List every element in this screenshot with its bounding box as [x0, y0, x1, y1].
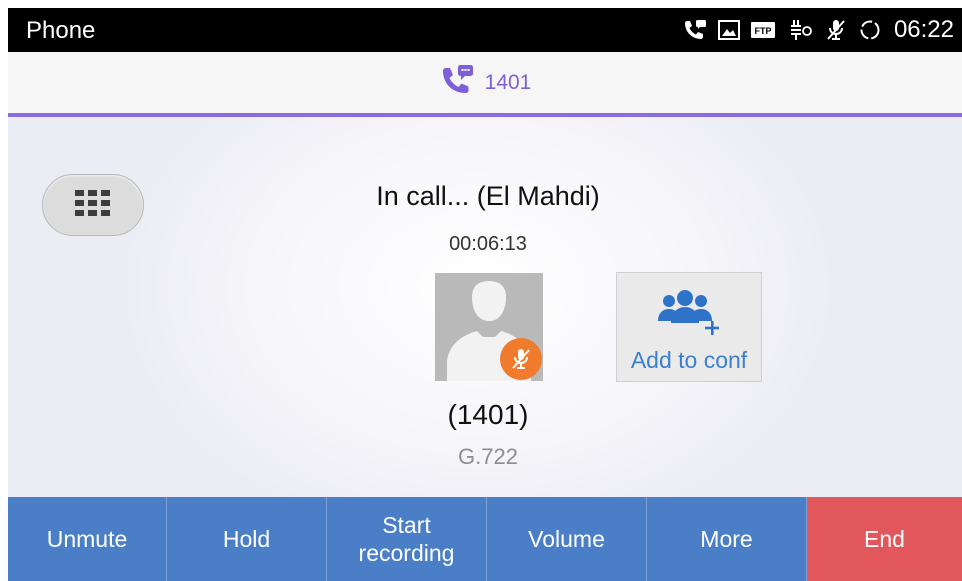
- status-bar: Phone FTP 06:22: [8, 8, 962, 52]
- call-tab-bar: 1401: [8, 52, 962, 117]
- unmute-button[interactable]: Unmute: [8, 497, 167, 581]
- call-panel: In call... (El Mahdi) 00:06:13 Add to co…: [8, 117, 962, 497]
- sync-icon: [858, 18, 882, 42]
- codec-label: G.722: [458, 444, 518, 469]
- phone-screen: Phone FTP 06:22 1401 In call... (El Mahd…: [8, 8, 962, 581]
- muted-badge: [500, 338, 542, 380]
- call-voicemail-icon: [682, 19, 708, 41]
- volume-button[interactable]: Volume: [487, 497, 647, 581]
- hold-button[interactable]: Hold: [167, 497, 327, 581]
- add-participants-icon: [655, 287, 727, 344]
- dialpad-icon: [73, 189, 113, 222]
- app-title: Phone: [26, 17, 96, 44]
- tab-call-number: 1401: [484, 70, 532, 94]
- start-recording-label-line2: recording: [358, 540, 455, 566]
- dialpad-button[interactable]: [42, 174, 144, 236]
- add-to-conference-button[interactable]: Add to conf: [616, 272, 762, 382]
- add-to-conference-label: Add to conf: [630, 347, 748, 373]
- mic-muted-icon: [512, 349, 530, 369]
- ftp-icon: FTP: [750, 20, 776, 40]
- tab-call-1401[interactable]: 1401: [439, 63, 532, 102]
- call-status: In call... (El Mahdi): [376, 181, 600, 211]
- caller-number: (1401): [447, 399, 529, 430]
- ftp-label: FTP: [754, 26, 771, 36]
- start-recording-label-line1: Start: [382, 512, 431, 538]
- status-icons: FTP 06:22: [682, 8, 954, 52]
- image-icon: [717, 20, 740, 40]
- usb-debug-icon: [786, 19, 814, 41]
- status-time: 06:22: [893, 16, 954, 43]
- more-button[interactable]: More: [647, 497, 807, 581]
- mic-muted-icon: [824, 18, 848, 42]
- phone-chat-icon: [439, 63, 475, 102]
- call-timer: 00:06:13: [449, 233, 527, 255]
- end-call-button[interactable]: End: [807, 497, 962, 581]
- start-recording-button[interactable]: Start recording: [327, 497, 487, 581]
- call-action-bar: Unmute Hold Start recording Volume More …: [8, 497, 962, 581]
